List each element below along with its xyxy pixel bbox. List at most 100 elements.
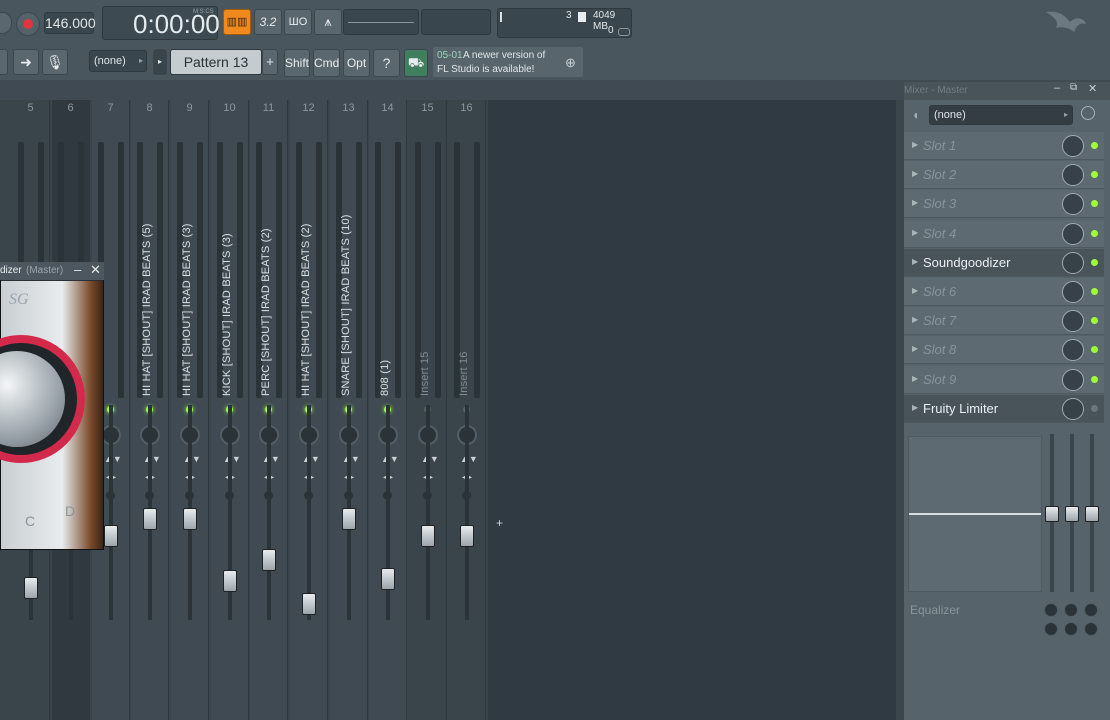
expand-triangle-icon[interactable]: ▶	[912, 344, 918, 353]
speaker-icon[interactable]: ◖	[912, 108, 919, 122]
track-name[interactable]: Insert 15	[419, 351, 431, 396]
effect-slot[interactable]: ▶ Slot 9	[904, 365, 1104, 394]
eq-freq-knob-3[interactable]	[1084, 603, 1098, 617]
mixer-track[interactable]: 8HI HAT [SHOUT] IRAD BEATS (5)▲▼◂▸	[131, 100, 169, 720]
track-name[interactable]: PERC [SHOUT] IRAD BEATS (2)	[260, 228, 272, 396]
shift-button[interactable]: Shift	[284, 49, 310, 77]
add-pattern-button[interactable]: +	[262, 49, 278, 75]
minimize-icon[interactable]: –	[1054, 82, 1060, 94]
effect-mix-knob[interactable]	[1062, 222, 1084, 245]
volume-fader[interactable]	[183, 508, 197, 530]
effect-enable-led[interactable]	[1091, 171, 1098, 179]
help-button[interactable]: ?	[373, 49, 400, 77]
track-name[interactable]: Insert 16	[458, 351, 470, 396]
track-name[interactable]: HI HAT [SHOUT] IRAD BEATS (3)	[181, 223, 193, 396]
effect-mix-knob[interactable]	[1062, 251, 1084, 274]
opt-button[interactable]: Opt	[343, 49, 370, 77]
pattern-arrow-button[interactable]: ▸	[153, 49, 167, 75]
clock-icon[interactable]	[1081, 106, 1095, 120]
eq-bw-knob-2[interactable]	[1064, 622, 1078, 636]
mixer-track[interactable]: 14808 (1)▲▼◂▸	[369, 100, 407, 720]
effect-slot[interactable]: ▶ Slot 4	[904, 219, 1104, 248]
effect-enable-led[interactable]	[1091, 288, 1098, 295]
effect-slot[interactable]: ▶ Slot 7	[904, 307, 1104, 336]
mode-c-label[interactable]: C	[25, 513, 35, 529]
effect-slot[interactable]: ▶ Fruity Limiter	[904, 394, 1104, 423]
effect-enable-led[interactable]	[1091, 258, 1098, 266]
effect-enable-led[interactable]	[1091, 375, 1098, 383]
eq-freq-knob-2[interactable]	[1064, 603, 1078, 617]
plugin-title-bar[interactable]: dizer (Master) – ✕	[0, 262, 104, 280]
effect-mix-knob[interactable]	[1062, 397, 1084, 420]
microphone-button[interactable]: 🎙	[42, 49, 68, 75]
volume-fader[interactable]	[104, 525, 118, 547]
effect-slot[interactable]: ▶ Slot 1	[904, 132, 1104, 160]
eq-band-fader-2[interactable]	[1065, 506, 1079, 522]
effect-mix-knob[interactable]	[1062, 135, 1084, 157]
step-forward-button[interactable]: ➜	[13, 49, 39, 75]
mixer-track[interactable]: 16Insert 16▲▼◂▸	[448, 100, 486, 720]
master-preset-selector[interactable]: (none) ▸	[929, 105, 1073, 125]
effect-mix-knob[interactable]	[1062, 281, 1084, 303]
effect-slot[interactable]: ▶ Soundgoodizer	[904, 248, 1104, 277]
expand-triangle-icon[interactable]: ▶	[912, 198, 918, 207]
mixer-track[interactable]: 11PERC [SHOUT] IRAD BEATS (2)▲▼◂▸	[250, 100, 288, 720]
time-display[interactable]: 0:00:00 M:S:CS	[102, 6, 220, 40]
eq-bw-knob-1[interactable]	[1044, 622, 1058, 636]
panel-divider[interactable]	[896, 100, 904, 720]
effect-slot[interactable]: ▶ Slot 6	[904, 278, 1104, 306]
volume-fader[interactable]	[381, 568, 395, 590]
track-name[interactable]: KICK [SHOUT] IRAD BEATS (3)	[221, 233, 233, 396]
mixer-track[interactable]: 15Insert 15▲▼◂▸	[409, 100, 447, 720]
effect-mix-knob[interactable]	[1062, 368, 1084, 391]
expand-triangle-icon[interactable]: ▶	[912, 286, 918, 295]
expand-triangle-icon[interactable]: ▶	[912, 228, 918, 237]
effect-enable-led[interactable]	[1091, 229, 1098, 237]
volume-fader[interactable]	[302, 593, 316, 615]
soundgoodizer-plugin-window[interactable]: C D SG	[0, 262, 104, 550]
cmd-button[interactable]: Cmd	[313, 49, 340, 77]
volume-fader[interactable]	[460, 525, 474, 547]
eq-band-fader-3[interactable]	[1085, 506, 1099, 522]
countdown-button[interactable]: 3.2	[254, 9, 282, 35]
effect-slot[interactable]: ▶ Slot 2	[904, 161, 1104, 190]
effect-mix-knob[interactable]	[1062, 339, 1084, 362]
eq-graph[interactable]	[908, 436, 1042, 592]
volume-fader[interactable]	[223, 570, 237, 592]
expand-triangle-icon[interactable]: ▶	[912, 374, 918, 383]
mixer-track[interactable]: 13SNARE [SHOUT] IRAD BEATS (10)▲▼◂▸	[330, 100, 368, 720]
track-name[interactable]: 808 (1)	[379, 360, 391, 396]
effect-enable-led[interactable]	[1091, 200, 1098, 208]
volume-fader[interactable]	[421, 525, 435, 547]
preset-selector[interactable]: (none) ▸	[89, 50, 147, 72]
record-button[interactable]	[16, 12, 40, 36]
mixer-track[interactable]: 10KICK [SHOUT] IRAD BEATS (3)▲▼◂▸	[211, 100, 249, 720]
pattern-prev-button[interactable]	[0, 49, 8, 75]
step-edit-button[interactable]: ШO	[284, 9, 312, 35]
close-icon[interactable]: ✕	[90, 262, 101, 278]
pattern-selector[interactable]: Pattern 13	[170, 49, 262, 75]
mixer-master-titlebar[interactable]: Mixer - Master – ⧉ ✕	[904, 82, 1110, 100]
track-name[interactable]: HI HAT [SHOUT] IRAD BEATS (2)	[300, 223, 312, 396]
track-name[interactable]: HI HAT [SHOUT] IRAD BEATS (5)	[141, 223, 153, 396]
effect-enable-led[interactable]	[1091, 317, 1098, 325]
tempo-display[interactable]: 146.000	[44, 12, 96, 34]
eq-band-fader-1[interactable]	[1045, 506, 1059, 522]
effect-slot[interactable]: ▶ Slot 3	[904, 190, 1104, 219]
maximize-icon[interactable]: ⧉	[1070, 82, 1077, 93]
track-name[interactable]: SNARE [SHOUT] IRAD BEATS (10)	[340, 214, 352, 396]
expand-triangle-icon[interactable]: ▶	[912, 315, 918, 324]
pitch-slider[interactable]	[343, 9, 419, 35]
play-button[interactable]	[0, 12, 12, 34]
mixer-track[interactable]: 12HI HAT [SHOUT] IRAD BEATS (2)▲▼◂▸	[290, 100, 328, 720]
eq-freq-knob-1[interactable]	[1044, 603, 1058, 617]
shop-button[interactable]: ⛟	[404, 49, 428, 77]
expand-triangle-icon[interactable]: ▶	[912, 403, 918, 412]
effect-enable-led[interactable]	[1091, 346, 1098, 354]
effect-mix-knob[interactable]	[1062, 310, 1084, 333]
effect-mix-knob[interactable]	[1062, 193, 1084, 216]
effect-mix-knob[interactable]	[1062, 164, 1084, 187]
effect-enable-led[interactable]	[1091, 404, 1098, 412]
expand-triangle-icon[interactable]: ▶	[912, 257, 918, 266]
mixer-track[interactable]: 9HI HAT [SHOUT] IRAD BEATS (3)▲▼◂▸	[171, 100, 209, 720]
